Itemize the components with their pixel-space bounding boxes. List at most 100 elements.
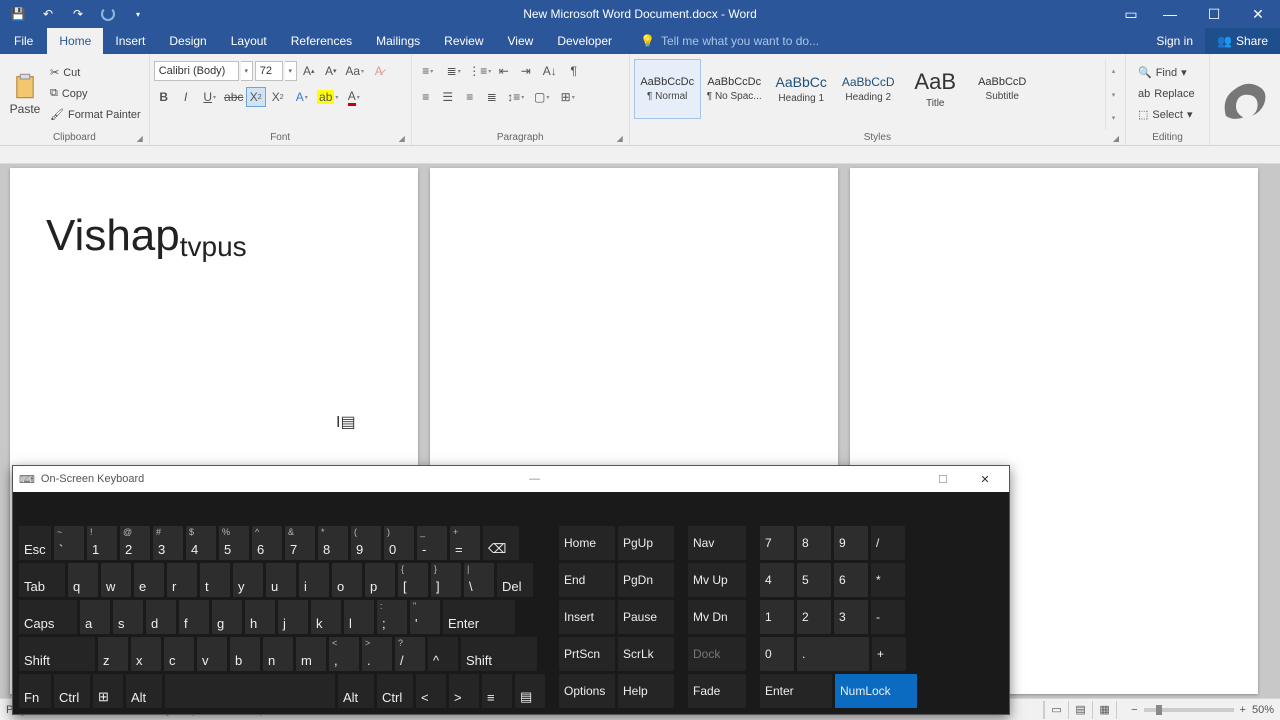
- key-sym[interactable]: ▤: [515, 674, 545, 708]
- key-options[interactable]: Options: [559, 674, 615, 708]
- key-j[interactable]: j: [278, 600, 308, 634]
- find-button[interactable]: 🔍Find▾: [1134, 63, 1199, 83]
- sort-button[interactable]: A↓: [538, 61, 562, 81]
- tab-review[interactable]: Review: [432, 28, 495, 54]
- key-4[interactable]: $4: [186, 526, 216, 560]
- style-heading-2[interactable]: AaBbCcDHeading 2: [835, 59, 902, 119]
- key-sym[interactable]: >: [449, 674, 479, 708]
- key-i[interactable]: i: [299, 563, 329, 597]
- key-enter[interactable]: Enter: [760, 674, 832, 708]
- key-9[interactable]: 9: [834, 526, 868, 560]
- key-numlock[interactable]: NumLock: [835, 674, 917, 708]
- paste-button[interactable]: Paste: [4, 57, 46, 130]
- justify-button[interactable]: ≣: [482, 87, 502, 107]
- key-f[interactable]: f: [179, 600, 209, 634]
- sign-in-button[interactable]: Sign in: [1144, 28, 1205, 54]
- key-p[interactable]: p: [365, 563, 395, 597]
- key-/[interactable]: /: [871, 526, 905, 560]
- style-title[interactable]: AaBTitle: [902, 59, 969, 119]
- key-8[interactable]: 8: [797, 526, 831, 560]
- key-mvup[interactable]: Mv Up: [688, 563, 746, 597]
- key-prtscn[interactable]: PrtScn: [559, 637, 615, 671]
- ruler[interactable]: [0, 146, 1280, 164]
- key-sym[interactable]: <: [416, 674, 446, 708]
- maximize-button[interactable]: ☐: [1192, 0, 1236, 28]
- decrease-indent-button[interactable]: ⇤: [494, 61, 514, 81]
- key-1[interactable]: !1: [87, 526, 117, 560]
- key-sym[interactable]: +=: [450, 526, 480, 560]
- key-q[interactable]: q: [68, 563, 98, 597]
- key-Fn[interactable]: Fn: [19, 674, 51, 708]
- key-2[interactable]: @2: [120, 526, 150, 560]
- key-sym[interactable]: <,: [329, 637, 359, 671]
- tab-insert[interactable]: Insert: [103, 28, 157, 54]
- key-v[interactable]: v: [197, 637, 227, 671]
- key-n[interactable]: n: [263, 637, 293, 671]
- tell-me-search[interactable]: 💡Tell me what you want to do...: [624, 28, 831, 54]
- underline-button[interactable]: U▾: [198, 87, 222, 107]
- key-fade[interactable]: Fade: [688, 674, 746, 708]
- zoom-level[interactable]: 50%: [1252, 704, 1274, 716]
- show-marks-button[interactable]: ¶: [564, 61, 584, 81]
- key-u[interactable]: u: [266, 563, 296, 597]
- key-c[interactable]: c: [164, 637, 194, 671]
- key-7[interactable]: 7: [760, 526, 794, 560]
- key-pause[interactable]: Pause: [618, 600, 674, 634]
- highlight-button[interactable]: ab▾: [316, 87, 340, 107]
- key-pgup[interactable]: PgUp: [618, 526, 674, 560]
- align-right-button[interactable]: ≡: [460, 87, 480, 107]
- style--normal[interactable]: AaBbCcDc¶ Normal: [634, 59, 701, 119]
- key-sym[interactable]: }]: [431, 563, 461, 597]
- text-effects-button[interactable]: A▾: [290, 87, 314, 107]
- bullets-button[interactable]: ≡▾: [416, 61, 440, 81]
- key-4[interactable]: 4: [760, 563, 794, 597]
- key-Ctrl[interactable]: Ctrl: [54, 674, 90, 708]
- zoom-slider[interactable]: [1144, 708, 1234, 712]
- key-sym[interactable]: ≡: [482, 674, 512, 708]
- key-Alt[interactable]: Alt: [126, 674, 162, 708]
- tab-developer[interactable]: Developer: [545, 28, 624, 54]
- increase-indent-button[interactable]: ⇥: [516, 61, 536, 81]
- font-launcher-icon[interactable]: ◢: [399, 134, 405, 143]
- key-.[interactable]: .: [797, 637, 869, 671]
- read-mode-button[interactable]: ▭: [1044, 701, 1068, 719]
- close-button[interactable]: ✕: [1236, 0, 1280, 28]
- align-center-button[interactable]: ☰: [438, 87, 458, 107]
- key-Caps[interactable]: Caps: [19, 600, 77, 634]
- key-Del[interactable]: Del: [497, 563, 533, 597]
- key-*[interactable]: *: [871, 563, 905, 597]
- share-button[interactable]: 👥Share: [1205, 28, 1280, 54]
- tab-file[interactable]: File: [0, 28, 47, 54]
- font-name-dropdown[interactable]: ▾: [241, 61, 253, 81]
- zoom-in-button[interactable]: +: [1240, 704, 1246, 716]
- key-z[interactable]: z: [98, 637, 128, 671]
- zoom-control[interactable]: − + 50%: [1131, 704, 1274, 716]
- tab-design[interactable]: Design: [157, 28, 218, 54]
- font-color-button[interactable]: A▾: [342, 87, 366, 107]
- key-m[interactable]: m: [296, 637, 326, 671]
- cut-button[interactable]: ✂Cut: [46, 63, 145, 83]
- key-b[interactable]: b: [230, 637, 260, 671]
- align-left-button[interactable]: ≡: [416, 87, 436, 107]
- key-1[interactable]: 1: [760, 600, 794, 634]
- format-painter-button[interactable]: 🖌Format Painter: [46, 105, 145, 125]
- key-Ctrl[interactable]: Ctrl: [377, 674, 413, 708]
- key-5[interactable]: 5: [797, 563, 831, 597]
- change-case-button[interactable]: Aa▾: [343, 61, 367, 81]
- style-subtitle[interactable]: AaBbCcDSubtitle: [969, 59, 1036, 119]
- save-button[interactable]: 💾: [4, 1, 32, 27]
- key-insert[interactable]: Insert: [559, 600, 615, 634]
- key-k[interactable]: k: [311, 600, 341, 634]
- line-spacing-button[interactable]: ↕≡▾: [504, 87, 528, 107]
- key--[interactable]: -: [871, 600, 905, 634]
- font-size-combo[interactable]: 72: [255, 61, 283, 81]
- key-Shift[interactable]: Shift: [461, 637, 537, 671]
- paragraph-launcher-icon[interactable]: ◢: [617, 134, 623, 143]
- key-9[interactable]: (9: [351, 526, 381, 560]
- key-+[interactable]: +: [872, 637, 906, 671]
- tab-mailings[interactable]: Mailings: [364, 28, 432, 54]
- osk-maximize-button[interactable]: ☐: [925, 473, 961, 486]
- key-_[interactable]: _-: [417, 526, 447, 560]
- undo-button[interactable]: ↶: [34, 1, 62, 27]
- key-h[interactable]: h: [245, 600, 275, 634]
